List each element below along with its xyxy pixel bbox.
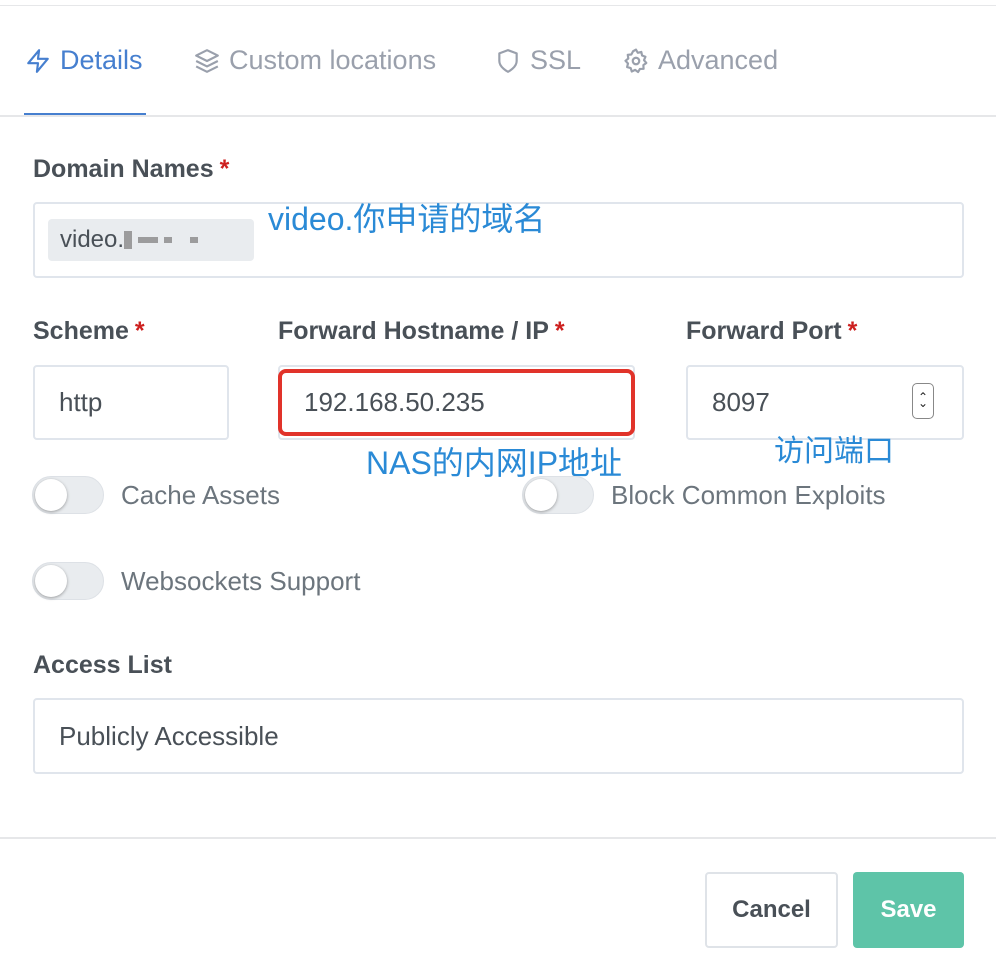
tab-label: Advanced: [658, 45, 779, 75]
domain-annotation: video.你申请的域名: [268, 201, 546, 237]
redacted-mark: [190, 237, 199, 243]
access-list-value: Publicly Accessible: [59, 720, 279, 751]
required-mark: *: [847, 317, 858, 345]
scheme-label: Scheme *: [33, 317, 145, 346]
block-common-exploits-label: Block Common Exploits: [611, 480, 886, 510]
active-tab-indicator: [24, 113, 146, 115]
scheme-input[interactable]: http: [33, 365, 229, 440]
domain-tag-text: video.: [60, 226, 125, 253]
websockets-support-label: Websockets Support: [121, 566, 361, 596]
toggle-knob: [525, 479, 557, 511]
tab-label: Custom locations: [229, 45, 437, 75]
forward-port-value: 8097: [712, 387, 770, 417]
port-stepper[interactable]: ⌃ ⌄: [912, 383, 934, 419]
forward-hostname-label: Forward Hostname / IP *: [278, 317, 565, 346]
footer-divider: [0, 837, 996, 839]
required-mark: *: [219, 155, 230, 183]
access-list-label: Access List: [33, 651, 172, 680]
block-common-exploits-toggle[interactable]: [522, 476, 594, 514]
websockets-support-toggle[interactable]: [32, 562, 104, 600]
cache-assets-toggle[interactable]: [32, 476, 104, 514]
label-text: Domain Names: [33, 155, 214, 183]
cancel-button[interactable]: Cancel: [705, 872, 838, 948]
domain-tag[interactable]: video.: [48, 219, 254, 261]
redacted-mark: [164, 237, 173, 243]
required-mark: *: [554, 317, 565, 345]
tab-label: Details: [60, 45, 143, 75]
layers-icon: [195, 48, 219, 73]
red-highlight-box: [278, 369, 635, 436]
access-list-select[interactable]: Publicly Accessible: [33, 698, 964, 774]
save-button[interactable]: Save: [853, 872, 964, 948]
tab-label: SSL: [530, 45, 582, 75]
label-text: Forward Port: [686, 317, 842, 345]
tab-details[interactable]: Details: [25, 6, 143, 115]
domain-names-label: Domain Names *: [33, 155, 229, 184]
toggle-knob: [35, 565, 67, 597]
chevron-down-icon[interactable]: ⌄: [918, 397, 928, 414]
redacted-mark: [138, 237, 159, 243]
cache-assets-label: Cache Assets: [121, 480, 280, 510]
tab-ssl[interactable]: SSL: [495, 6, 581, 115]
toggle-knob: [35, 479, 67, 511]
gear-icon: [624, 48, 648, 73]
lightning-icon: [27, 48, 49, 73]
label-text: Forward Hostname / IP: [278, 317, 549, 345]
scheme-value: http: [59, 387, 103, 417]
proxy-host-edit-form: Details Custom locations SSL Advanced Do…: [0, 0, 996, 978]
forward-port-label: Forward Port *: [686, 317, 857, 346]
tab-advanced[interactable]: Advanced: [623, 6, 778, 115]
tab-custom-locations[interactable]: Custom locations: [194, 6, 436, 115]
redacted-mark: [124, 231, 133, 249]
label-text: Scheme: [33, 317, 129, 345]
port-annotation: 访问端口: [774, 435, 894, 468]
label-text: Access List: [33, 651, 172, 679]
tab-bar: Details Custom locations SSL Advanced: [0, 6, 996, 117]
shield-icon: [498, 48, 518, 73]
required-mark: *: [134, 317, 145, 345]
